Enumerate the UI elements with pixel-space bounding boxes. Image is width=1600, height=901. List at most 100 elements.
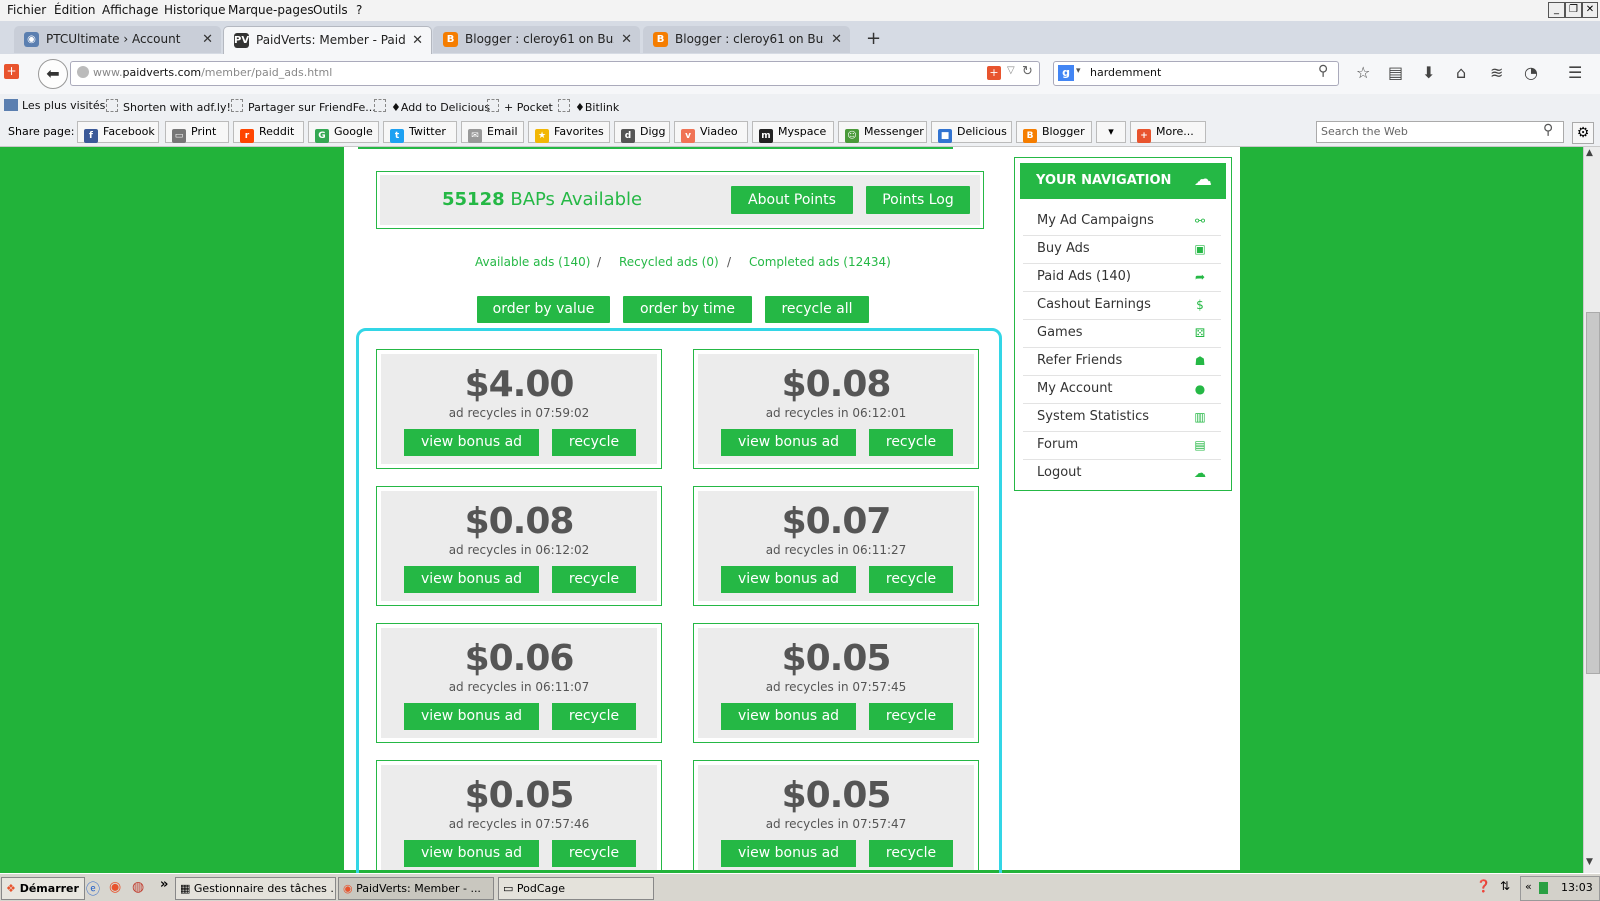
web-search-box[interactable]: g ▾ hardemment ⚲ — [1053, 61, 1339, 86]
firefox-icon[interactable]: ◉ — [109, 879, 121, 895]
nav-item-ad-campaigns[interactable]: My Ad Campaigns ⚯ — [1023, 208, 1221, 236]
task-podcage[interactable]: ▭ PodCage — [498, 877, 654, 900]
bookmark-delicious[interactable]: ♦Add to Delicious — [374, 99, 490, 114]
recycle-button[interactable]: recycle — [552, 429, 636, 456]
nav-item-paid-ads[interactable]: Paid Ads (140) ➦ — [1023, 264, 1221, 292]
minimize-icon[interactable]: _ — [1548, 2, 1565, 18]
menu-affichage[interactable]: Affichage — [102, 3, 158, 17]
view-bonus-ad-button[interactable]: view bonus ad — [404, 429, 539, 456]
menu-fichier[interactable]: Fichier — [7, 3, 46, 17]
completed-ads-link[interactable]: Completed ads (12434) — [749, 255, 891, 269]
reload-icon[interactable]: ↻ — [1022, 64, 1033, 79]
google-icon[interactable]: g — [1058, 65, 1074, 81]
recycled-ads-link[interactable]: Recycled ads (0) — [619, 255, 719, 269]
nav-item-logout[interactable]: Logout ☁ — [1023, 460, 1221, 487]
search-icon[interactable]: ⚲ — [1318, 63, 1328, 79]
share-favorites[interactable]: ★ Favorites — [528, 121, 610, 143]
view-bonus-ad-button[interactable]: view bonus ad — [721, 566, 856, 593]
tray-expand-icon[interactable]: « — [1525, 880, 1532, 893]
recycle-button[interactable]: recycle — [552, 703, 636, 730]
menu-hamburger-icon[interactable]: ☰ — [1568, 63, 1582, 82]
view-bonus-ad-button[interactable]: view bonus ad — [721, 429, 856, 456]
points-log-button[interactable]: Points Log — [866, 186, 970, 214]
order-by-time-button[interactable]: order by time — [623, 296, 752, 323]
download-icon[interactable]: ⬇ — [1422, 63, 1435, 82]
available-ads-link[interactable]: Available ads (140) — [475, 255, 590, 269]
nav-item-refer-friends[interactable]: Refer Friends ☗ — [1023, 348, 1221, 376]
quick-launch-more-icon[interactable]: » — [160, 877, 168, 892]
tab-paidverts[interactable]: PV PaidVerts: Member - Paid Ads ✕ — [223, 26, 432, 54]
addon-plus-icon[interactable]: + — [4, 64, 19, 79]
help-tray-icon[interactable]: ❓ — [1476, 879, 1491, 893]
recycle-button[interactable]: recycle — [869, 840, 953, 867]
back-arrow-icon[interactable]: ⬅ — [38, 59, 68, 89]
share-email[interactable]: ✉ Email — [461, 121, 524, 143]
share-messenger[interactable]: ☺ Messenger — [838, 121, 927, 143]
network-tray-icon[interactable] — [1539, 882, 1548, 894]
maximize-icon[interactable]: ❐ — [1565, 2, 1582, 18]
dropdown-arrow-icon[interactable]: ▽ — [1007, 65, 1015, 76]
tab-close-icon[interactable]: ✕ — [621, 26, 632, 53]
close-window-icon[interactable]: ✕ — [1582, 2, 1598, 18]
ie-icon[interactable]: ⓔ — [86, 879, 100, 899]
tab-blogger-1[interactable]: B Blogger : cleroy61 on Bux - A... ✕ — [433, 26, 640, 53]
engine-dropdown-icon[interactable]: ▾ — [1076, 66, 1081, 76]
bookmark-adfly[interactable]: Shorten with adf.ly! — [106, 99, 231, 114]
share-myspace[interactable]: m Myspace — [752, 121, 834, 143]
bookmark-bitlink[interactable]: ♦Bitlink — [558, 99, 619, 114]
share-facebook[interactable]: f Facebook — [77, 121, 159, 143]
tab-blogger-2[interactable]: B Blogger : cleroy61 on Bux - M... ✕ — [643, 26, 850, 53]
view-bonus-ad-button[interactable]: view bonus ad — [404, 840, 539, 867]
tab-ptcultimate[interactable]: ◉ PTCUltimate › Account ✕ — [14, 26, 221, 53]
view-bonus-ad-button[interactable]: view bonus ad — [404, 703, 539, 730]
task-paidverts[interactable]: ◉ PaidVerts: Member - ... — [338, 877, 494, 900]
sync-icon[interactable]: ◔ — [1524, 63, 1538, 82]
pocket-icon[interactable]: ≋ — [1490, 63, 1503, 82]
start-button[interactable]: ❖ Démarrer — [1, 877, 85, 900]
share-print[interactable]: ▭ Print — [165, 121, 229, 143]
home-icon[interactable]: ⌂ — [1456, 63, 1466, 82]
tab-close-icon[interactable]: ✕ — [831, 26, 842, 53]
share-more[interactable]: + More... — [1130, 121, 1206, 143]
bookmark-most-visited[interactable]: Les plus visités — [4, 99, 105, 112]
share-search-input[interactable]: Search the Web — [1321, 125, 1521, 139]
nav-item-forum[interactable]: Forum ▤ — [1023, 432, 1221, 460]
share-blogger[interactable]: B Blogger — [1016, 121, 1092, 143]
nav-item-cashout[interactable]: Cashout Earnings $ — [1023, 292, 1221, 320]
view-bonus-ad-button[interactable]: view bonus ad — [721, 703, 856, 730]
url-bar[interactable]: www.paidverts.com/member/paid_ads.html +… — [70, 61, 1040, 86]
nav-item-my-account[interactable]: My Account ● — [1023, 376, 1221, 404]
menu-marque-pages[interactable]: Marque-pages — [228, 3, 314, 17]
recycle-button[interactable]: recycle — [552, 566, 636, 593]
task-gestionnaire[interactable]: ▦ Gestionnaire des tâches ... — [175, 877, 336, 900]
recycle-all-button[interactable]: recycle all — [765, 296, 869, 323]
order-by-value-button[interactable]: order by value — [477, 296, 610, 323]
volume-tray-icon[interactable]: ⇅ — [1500, 879, 1510, 893]
scroll-up-icon[interactable]: ▲ — [1586, 148, 1593, 158]
menu-historique[interactable]: Historique — [164, 3, 226, 17]
menu-help[interactable]: ? — [356, 3, 362, 17]
scrollbar-thumb[interactable] — [1586, 312, 1600, 674]
page-scrollbar[interactable]: ▲ ▼ — [1583, 147, 1600, 873]
new-tab-button[interactable]: + — [866, 28, 881, 49]
share-dropdown-button[interactable]: ▾ — [1096, 121, 1126, 143]
view-bonus-ad-button[interactable]: view bonus ad — [404, 566, 539, 593]
scroll-down-icon[interactable]: ▼ — [1586, 857, 1593, 867]
menu-outils[interactable]: Outils — [313, 3, 348, 17]
share-reddit[interactable]: r Reddit — [233, 121, 304, 143]
tab-close-icon[interactable]: ✕ — [202, 26, 213, 53]
nav-item-games[interactable]: Games ⚄ — [1023, 320, 1221, 348]
recycle-button[interactable]: recycle — [869, 703, 953, 730]
bookmark-star-icon[interactable]: ☆ — [1356, 63, 1370, 82]
share-viadeo[interactable]: v Viadeo — [674, 121, 748, 143]
view-bonus-ad-button[interactable]: view bonus ad — [721, 840, 856, 867]
share-twitter[interactable]: t Twitter — [383, 121, 457, 143]
recycle-button[interactable]: recycle — [869, 429, 953, 456]
nav-item-system-statistics[interactable]: System Statistics ▥ — [1023, 404, 1221, 432]
about-points-button[interactable]: About Points — [731, 186, 853, 214]
share-search-box[interactable]: Search the Web ⚲ — [1316, 121, 1564, 143]
menu-edition[interactable]: Édition — [54, 3, 96, 17]
tab-close-icon[interactable]: ✕ — [412, 27, 423, 54]
share-google[interactable]: G Google — [308, 121, 379, 143]
share-digg[interactable]: d Digg — [614, 121, 670, 143]
